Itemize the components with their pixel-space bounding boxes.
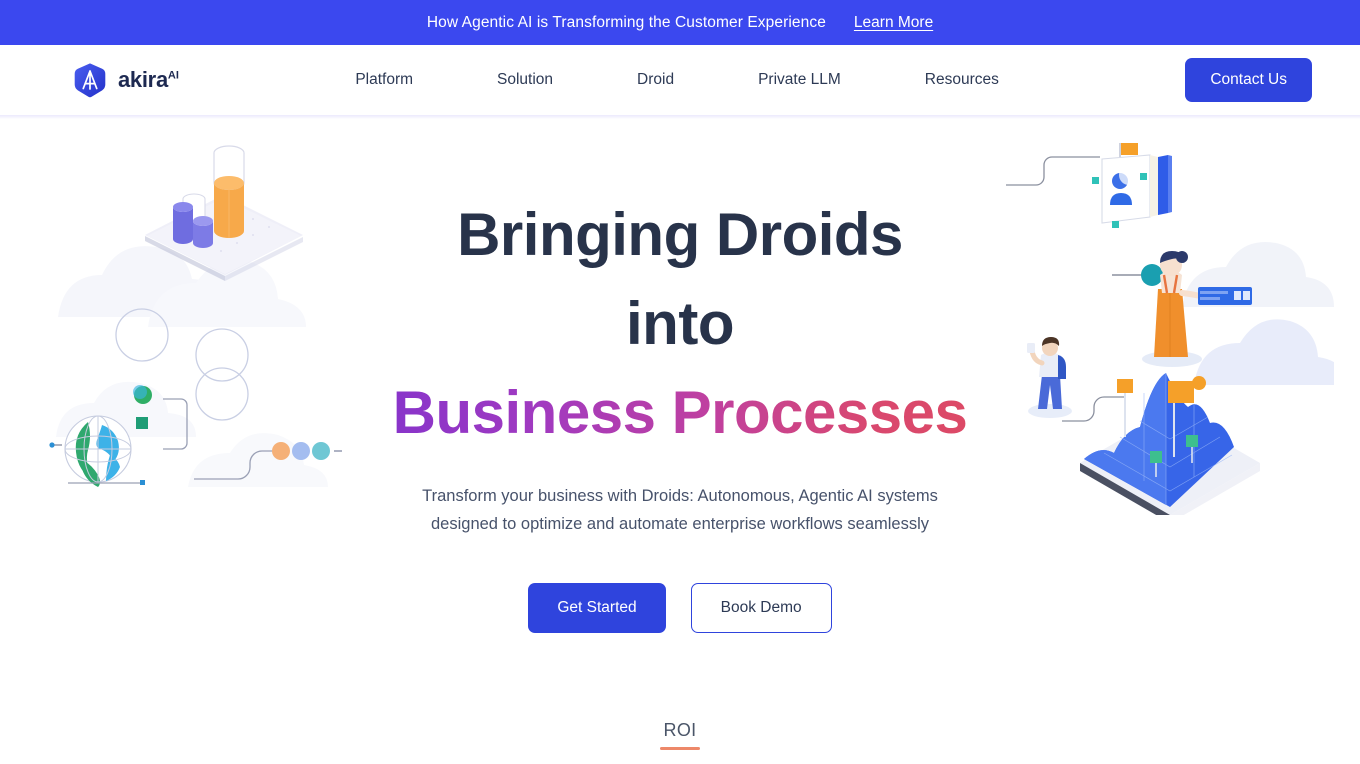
get-started-button[interactable]: Get Started xyxy=(528,582,666,633)
roi-section: ROI xyxy=(660,720,700,750)
nav-item-resources[interactable]: Resources xyxy=(925,61,999,99)
isometric-data-chart-globe-illustration xyxy=(48,127,408,547)
isometric-terrain-people-card-illustration xyxy=(1004,125,1334,515)
nav-item-private-llm[interactable]: Private LLM xyxy=(758,61,841,99)
hero-subheadline: Transform your business with Droids: Aut… xyxy=(360,483,1000,538)
headline-accent-line: Business Processes xyxy=(360,369,1000,458)
book-demo-button[interactable]: Book Demo xyxy=(690,582,832,633)
main-navigation: Platform Solution Droid Private LLM Reso… xyxy=(211,61,1185,99)
announcement-bar: How Agentic AI is Transforming the Custo… xyxy=(0,0,1360,45)
hero-section: Bringing Droids into Business Processes … xyxy=(0,119,1360,764)
subheadline-line-2: designed to optimize and automate enterp… xyxy=(431,515,929,534)
akira-hexagon-logo-icon xyxy=(72,62,108,98)
header-bottom-divider xyxy=(0,115,1360,119)
contact-us-button[interactable]: Contact Us xyxy=(1185,58,1312,102)
hero-content: Bringing Droids into Business Processes … xyxy=(360,191,1000,633)
site-header: akiraAI Platform Solution Droid Private … xyxy=(0,45,1360,115)
nav-item-platform[interactable]: Platform xyxy=(355,61,413,99)
headline-line-2: into xyxy=(626,289,734,357)
roi-label: ROI xyxy=(663,720,697,740)
announcement-text: How Agentic AI is Transforming the Custo… xyxy=(426,13,826,31)
nav-item-solution[interactable]: Solution xyxy=(497,61,553,99)
page-title: Bringing Droids into Business Processes xyxy=(360,191,1000,457)
brand-superscript-ai: AI xyxy=(167,69,179,82)
brand-name-text: akira xyxy=(118,67,168,92)
subheadline-line-1: Transform your business with Droids: Aut… xyxy=(422,487,938,506)
headline-line-1: Bringing Droids xyxy=(457,201,903,268)
hero-cta-row: Get Started Book Demo xyxy=(360,582,1000,633)
roi-underline-accent xyxy=(660,747,700,750)
brand-logo[interactable]: akiraAI xyxy=(72,62,179,98)
nav-item-droid[interactable]: Droid xyxy=(637,61,674,99)
announcement-learn-more-link[interactable]: Learn More xyxy=(854,14,933,32)
brand-wordmark: akiraAI xyxy=(118,67,179,93)
